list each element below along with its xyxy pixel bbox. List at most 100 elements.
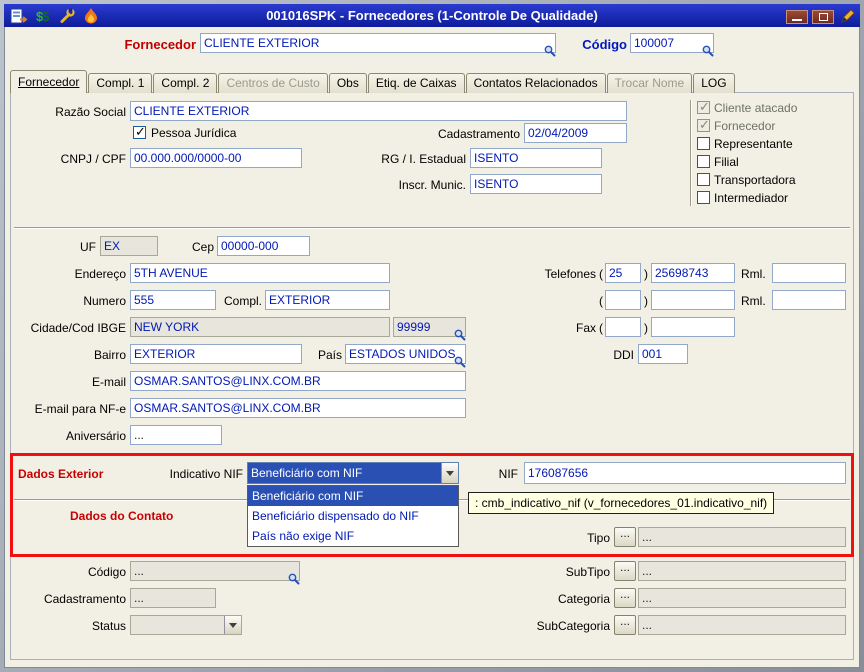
- transportadora-label: Transportadora: [714, 173, 796, 187]
- ddi-field[interactable]: 001: [638, 344, 688, 364]
- minimize-button[interactable]: [786, 10, 808, 24]
- subcategoria-lookup-button[interactable]: ...: [614, 615, 636, 635]
- phone1-number-field[interactable]: 25698743: [651, 263, 735, 283]
- edit-pencil-icon[interactable]: [838, 7, 858, 24]
- categoria-lookup-button[interactable]: ...: [614, 588, 636, 608]
- chevron-down-icon[interactable]: [441, 463, 458, 483]
- phone2-number-field[interactable]: [651, 290, 735, 310]
- cadastramento-field[interactable]: 02/04/2009: [524, 123, 627, 143]
- paren-open: (: [599, 321, 603, 335]
- rml1-label: Rml.: [741, 267, 766, 281]
- tab-etiq-de-caixas[interactable]: Etiq. de Caixas: [367, 73, 465, 93]
- indicativo-nif-combobox[interactable]: Beneficiário com NIF: [247, 462, 459, 484]
- status-label: Status: [91, 619, 126, 633]
- cidade-label: Cidade/Cod IBGE: [30, 321, 126, 335]
- representante-label: Representante: [714, 137, 793, 151]
- codigo-header-field[interactable]: 100007: [630, 33, 714, 57]
- lookup-icon[interactable]: [454, 329, 466, 341]
- nif-option-pais-nao-exige[interactable]: País não exige NIF: [248, 526, 458, 546]
- bairro-value: EXTERIOR: [134, 347, 196, 361]
- tipo-lookup-button[interactable]: ...: [614, 527, 636, 547]
- status-combobox: [130, 615, 242, 635]
- endereco-field[interactable]: 5TH AVENUE: [130, 263, 390, 283]
- tab-trocar-nome: Trocar Nome: [606, 73, 693, 93]
- lookup-icon[interactable]: [454, 356, 466, 368]
- inscr-munic-field[interactable]: ISENTO: [470, 174, 602, 194]
- cnpj-cpf-label: CNPJ / CPF: [60, 152, 126, 166]
- nif-value: 176087656: [528, 466, 589, 480]
- fax-label: Fax: [575, 321, 596, 335]
- tab-compl-2[interactable]: Compl. 2: [153, 73, 218, 93]
- tab-contatos-relacionados[interactable]: Contatos Relacionados: [465, 73, 606, 93]
- compl-field[interactable]: EXTERIOR: [265, 290, 390, 310]
- pais-value: ESTADOS UNIDOS: [349, 347, 456, 361]
- representante-checkbox[interactable]: [697, 137, 710, 150]
- subtipo-lookup-button[interactable]: ...: [614, 561, 636, 581]
- cod-ibge-value: 99999: [397, 320, 431, 334]
- fax-number-field[interactable]: [651, 317, 735, 337]
- paren-close: ): [644, 267, 648, 281]
- pais-field[interactable]: ESTADOS UNIDOS: [345, 344, 466, 368]
- tab-strip: Fornecedor Compl. 1 Compl. 2 Centros de …: [10, 70, 736, 93]
- paren-close: ): [644, 321, 648, 335]
- lookup-icon[interactable]: [702, 45, 714, 57]
- nif-label: NIF: [498, 467, 518, 481]
- cliente-atacado-checkbox: [697, 99, 710, 115]
- maximize-button[interactable]: [812, 10, 834, 24]
- numero-field[interactable]: 555: [130, 290, 216, 310]
- phone1-ddd-field[interactable]: 25: [605, 263, 641, 283]
- cep-label: Cep: [191, 240, 214, 254]
- subcategoria-label: SubCategoria: [536, 619, 610, 633]
- fax-ddd-field[interactable]: [605, 317, 641, 337]
- tab-log[interactable]: LOG: [693, 73, 735, 93]
- aniversario-field[interactable]: ...: [130, 425, 222, 445]
- subcategoria-field: ...: [638, 615, 846, 635]
- numero-label: Numero: [83, 294, 126, 308]
- lookup-icon[interactable]: [288, 573, 300, 585]
- pessoa-juridica-checkbox[interactable]: [133, 124, 146, 140]
- filial-checkbox[interactable]: [697, 155, 710, 168]
- subtipo-value: ...: [642, 564, 653, 578]
- transportadora-checkbox[interactable]: [697, 173, 710, 186]
- razao-social-field[interactable]: CLIENTE EXTERIOR: [130, 101, 627, 121]
- lookup-icon[interactable]: [544, 45, 556, 57]
- uf-field: EX: [100, 236, 158, 256]
- rg-ie-label: RG / I. Estadual: [381, 152, 466, 166]
- pais-label: País: [317, 348, 342, 362]
- email-nfe-field[interactable]: OSMAR.SANTOS@LINX.COM.BR: [130, 398, 466, 418]
- contato-codigo-field[interactable]: ...: [130, 561, 300, 585]
- chevron-down-icon: [224, 616, 241, 634]
- email-field[interactable]: OSMAR.SANTOS@LINX.COM.BR: [130, 371, 466, 391]
- nif-option-beneficiario-dispensado[interactable]: Beneficiário dispensado do NIF: [248, 506, 458, 526]
- tipo-value: ...: [642, 530, 653, 544]
- tab-fornecedor[interactable]: Fornecedor: [10, 70, 88, 93]
- paren-open: (: [599, 294, 603, 308]
- cnpj-cpf-field[interactable]: 00.000.000/0000-00: [130, 148, 302, 168]
- bairro-field[interactable]: EXTERIOR: [130, 344, 302, 364]
- filial-label: Filial: [714, 155, 739, 169]
- fornecedor-header-field[interactable]: CLIENTE EXTERIOR: [200, 33, 556, 57]
- pessoa-juridica-label: Pessoa Jurídica: [151, 126, 237, 140]
- aniversario-value: ...: [134, 428, 145, 442]
- contato-cadastramento-label: Cadastramento: [43, 592, 126, 606]
- categoria-field: ...: [638, 588, 846, 608]
- phone1-rml-field[interactable]: [772, 263, 846, 283]
- nif-option-beneficiario-com-nif[interactable]: Beneficiário com NIF: [248, 486, 458, 506]
- nif-field[interactable]: 176087656: [524, 462, 846, 484]
- tab-obs[interactable]: Obs: [328, 73, 367, 93]
- tab-compl-1[interactable]: Compl. 1: [88, 73, 153, 93]
- contato-cadastramento-value: ...: [134, 591, 145, 605]
- cliente-atacado-label: Cliente atacado: [714, 101, 798, 115]
- tooltip: : cmb_indicativo_nif (v_fornecedores_01.…: [468, 492, 775, 514]
- phone2-ddd-field[interactable]: [605, 290, 641, 310]
- contato-codigo-value: ...: [134, 564, 145, 578]
- compl-label: Compl.: [223, 294, 262, 308]
- paren-close: ): [644, 294, 648, 308]
- ddi-label: DDI: [613, 348, 634, 362]
- subtipo-label: SubTipo: [565, 565, 610, 579]
- intermediador-checkbox[interactable]: [697, 191, 710, 204]
- uf-label: UF: [80, 240, 96, 254]
- cep-field[interactable]: 00000-000: [217, 236, 310, 256]
- phone2-rml-field[interactable]: [772, 290, 846, 310]
- rg-ie-field[interactable]: ISENTO: [470, 148, 602, 168]
